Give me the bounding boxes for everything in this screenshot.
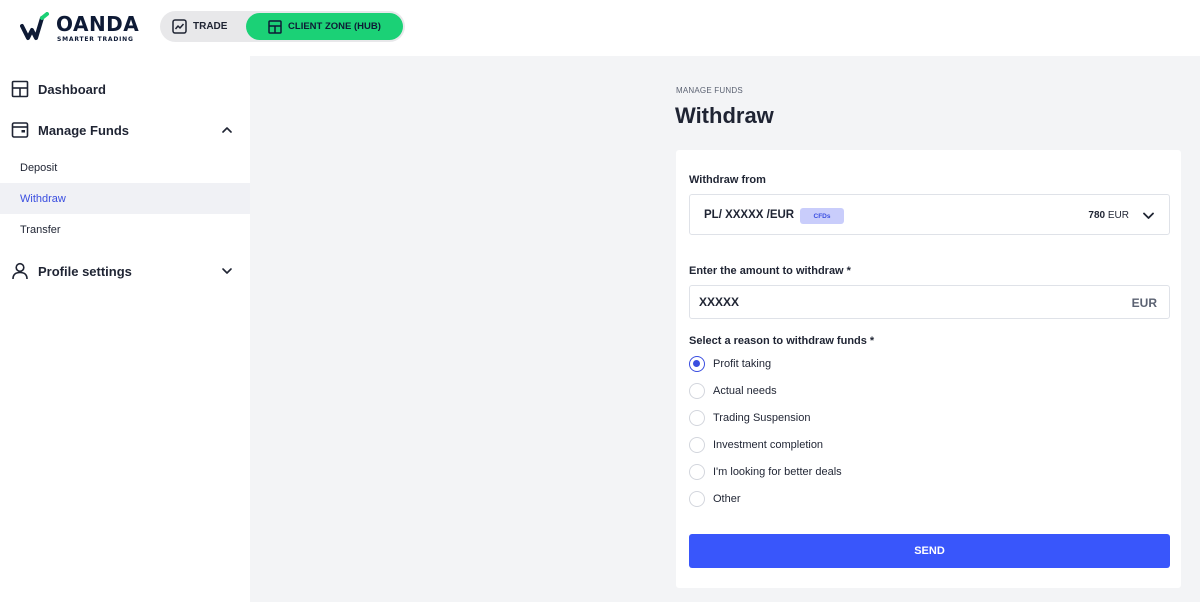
user-icon (12, 262, 28, 280)
sidebar-subitem-label: Deposit (20, 161, 58, 174)
reason-option-label: I'm looking for better deals (713, 466, 842, 478)
chevron-down-icon (222, 268, 232, 274)
sidebar-item-dashboard[interactable]: Dashboard (0, 70, 250, 108)
reason-option-label: Trading Suspension (713, 412, 811, 424)
client-zone-switch-label: CLIENT ZONE (HUB) (288, 21, 381, 32)
reason-option-investment-completion[interactable]: Investment completion (689, 436, 823, 454)
amount-input[interactable] (690, 286, 1110, 318)
sidebar-item-manage-funds[interactable]: Manage Funds (0, 111, 250, 149)
oanda-logo-mark-icon (20, 12, 49, 40)
reason-option-better-deals[interactable]: I'm looking for better deals (689, 463, 842, 481)
amount-field[interactable]: EUR (689, 285, 1170, 319)
main-content: MANAGE FUNDS Withdraw Withdraw from PL/ … (250, 56, 1200, 602)
account-balance: 780 EUR (1088, 210, 1129, 221)
sidebar: Dashboard Manage Funds Deposit Withdraw … (0, 56, 250, 602)
client-zone-switch-button[interactable]: CLIENT ZONE (HUB) (246, 13, 403, 40)
sidebar-item-withdraw[interactable]: Withdraw (0, 183, 250, 214)
wallet-icon (11, 122, 29, 138)
top-bar: OANDA SMARTER TRADING TRADE CLIENT ZONE … (0, 0, 1200, 56)
platform-switcher: TRADE CLIENT ZONE (HUB) (160, 11, 405, 42)
radio-button-checked[interactable] (689, 356, 705, 372)
chevron-up-icon (222, 127, 232, 133)
reason-option-label: Actual needs (713, 385, 777, 397)
page-title: Withdraw (675, 103, 774, 128)
withdraw-form-card: Withdraw from PL/ XXXXX /EUR CFDs 780 EU… (676, 150, 1181, 588)
sidebar-item-label: Profile settings (38, 263, 132, 279)
reason-option-actual-needs[interactable]: Actual needs (689, 382, 777, 400)
sidebar-item-transfer[interactable]: Transfer (0, 214, 250, 245)
chart-line-icon (172, 19, 187, 34)
reason-option-label: Profit taking (713, 358, 772, 370)
sidebar-item-label: Dashboard (38, 81, 106, 97)
account-select[interactable]: PL/ XXXXX /EUR CFDs 780 EUR (689, 194, 1170, 235)
oanda-logo[interactable]: OANDA SMARTER TRADING (20, 10, 140, 46)
trade-switch-label: TRADE (193, 21, 228, 32)
radio-button[interactable] (689, 437, 705, 453)
balance-value: 780 (1088, 210, 1106, 221)
reason-option-trading-suspension[interactable]: Trading Suspension (689, 409, 810, 427)
radio-button[interactable] (689, 383, 705, 399)
radio-button[interactable] (689, 410, 705, 426)
account-number: PL/ XXXXX /EUR (704, 209, 795, 221)
reason-option-label: Other (713, 493, 741, 505)
radio-button[interactable] (689, 464, 705, 480)
trade-switch-button[interactable]: TRADE (172, 11, 227, 42)
radio-button[interactable] (689, 491, 705, 507)
logo-wordmark: OANDA (56, 12, 140, 36)
reason-label: Select a reason to withdraw funds * (689, 335, 875, 347)
logo-tagline: SMARTER TRADING (57, 36, 134, 43)
layout-grid-icon (268, 19, 282, 34)
reason-option-other[interactable]: Other (689, 490, 741, 508)
account-type-badge: CFDs (800, 208, 844, 224)
layout-grid-icon (11, 80, 29, 98)
withdraw-from-label: Withdraw from (689, 174, 766, 186)
reason-option-profit-taking[interactable]: Profit taking (689, 355, 771, 373)
sidebar-subitem-label: Withdraw (20, 192, 66, 205)
sidebar-item-label: Manage Funds (38, 122, 130, 138)
breadcrumb: MANAGE FUNDS (676, 86, 743, 95)
sidebar-item-deposit[interactable]: Deposit (0, 152, 250, 183)
sidebar-subitem-label: Transfer (20, 223, 61, 236)
amount-currency: EUR (1131, 296, 1157, 310)
send-button[interactable]: SEND (689, 534, 1170, 568)
reason-option-label: Investment completion (713, 439, 824, 451)
sidebar-item-profile-settings[interactable]: Profile settings (0, 252, 250, 290)
amount-label: Enter the amount to withdraw * (689, 265, 851, 277)
balance-currency: EUR (1107, 210, 1129, 221)
chevron-down-icon (1143, 212, 1154, 219)
